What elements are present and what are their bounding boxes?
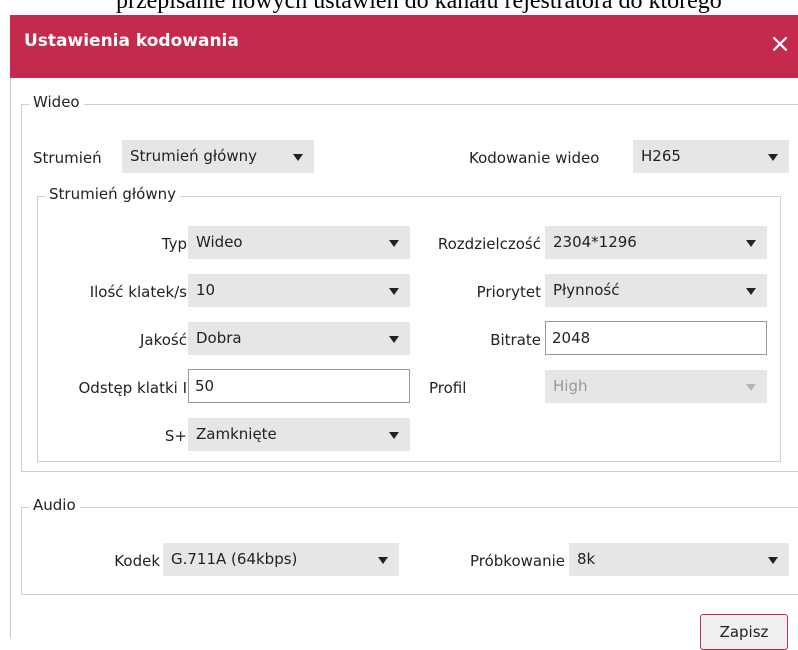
chevron-down-icon xyxy=(389,240,399,247)
dialog-title: Ustawienia kodowania xyxy=(24,31,239,51)
chevron-down-icon xyxy=(746,240,756,247)
chevron-down-icon xyxy=(768,557,778,564)
iframe-interval-input[interactable] xyxy=(188,369,410,403)
profile-select: High xyxy=(545,370,767,403)
type-select[interactable]: Wideo xyxy=(188,226,410,259)
encoding-label: Kodowanie wideo xyxy=(469,149,600,167)
profile-value: High xyxy=(553,377,588,395)
codec-select[interactable]: G.711A (64kbps) xyxy=(163,543,399,576)
fps-value: 10 xyxy=(196,281,216,299)
type-value: Wideo xyxy=(196,233,243,251)
splus-label: S+ xyxy=(164,427,187,445)
main-stream-legend: Strumień główny xyxy=(45,185,180,203)
video-legend: Wideo xyxy=(29,93,84,111)
background-document-text: przepisanie nowych ustawień do kanału re… xyxy=(116,0,722,14)
splus-value: Zamknięte xyxy=(196,425,277,443)
chevron-down-icon xyxy=(293,154,303,161)
fps-select[interactable]: 10 xyxy=(188,274,410,307)
type-label: Typ xyxy=(161,235,187,253)
fps-label: Ilość klatek/s xyxy=(89,283,187,301)
quality-select[interactable]: Dobra xyxy=(188,322,410,355)
priority-value: Płynność xyxy=(553,281,620,299)
chevron-down-icon xyxy=(746,384,756,391)
chevron-down-icon xyxy=(389,288,399,295)
video-encoding-value: H265 xyxy=(641,147,681,165)
stream-label: Strumień xyxy=(33,149,102,167)
chevron-down-icon xyxy=(378,557,388,564)
bitrate-label: Bitrate xyxy=(490,331,541,349)
chevron-down-icon xyxy=(768,154,778,161)
sampling-value: 8k xyxy=(577,550,596,568)
priority-label: Priorytet xyxy=(476,283,541,301)
close-icon[interactable]: × xyxy=(766,29,794,59)
quality-value: Dobra xyxy=(196,329,242,347)
codec-value: G.711A (64kbps) xyxy=(171,550,298,568)
resolution-value: 2304*1296 xyxy=(553,233,637,251)
resolution-label: Rozdzielczość xyxy=(437,235,541,253)
splus-select[interactable]: Zamknięte xyxy=(188,418,410,451)
chevron-down-icon xyxy=(389,432,399,439)
sampling-label: Próbkowanie xyxy=(469,552,565,570)
iframe-interval-label: Odstęp klatki I xyxy=(78,379,187,397)
stream-select[interactable]: Strumień główny xyxy=(122,140,314,173)
bitrate-input[interactable] xyxy=(545,321,767,355)
quality-label: Jakość xyxy=(139,331,187,349)
resolution-select[interactable]: 2304*1296 xyxy=(545,226,767,259)
dialog-titlebar: Ustawienia kodowania × xyxy=(10,15,798,78)
chevron-down-icon xyxy=(389,336,399,343)
stream-select-value: Strumień główny xyxy=(130,147,257,165)
video-encoding-select[interactable]: H265 xyxy=(633,140,789,173)
save-button[interactable]: Zapisz xyxy=(700,614,788,650)
codec-label: Kodek xyxy=(114,552,160,570)
sampling-select[interactable]: 8k xyxy=(569,543,789,576)
priority-select[interactable]: Płynność xyxy=(545,274,767,307)
audio-legend: Audio xyxy=(29,496,80,514)
chevron-down-icon xyxy=(746,288,756,295)
encoding-settings-dialog: Wideo Strumień Strumień główny Kodowanie… xyxy=(10,78,798,650)
profile-label: Profil xyxy=(429,379,467,397)
